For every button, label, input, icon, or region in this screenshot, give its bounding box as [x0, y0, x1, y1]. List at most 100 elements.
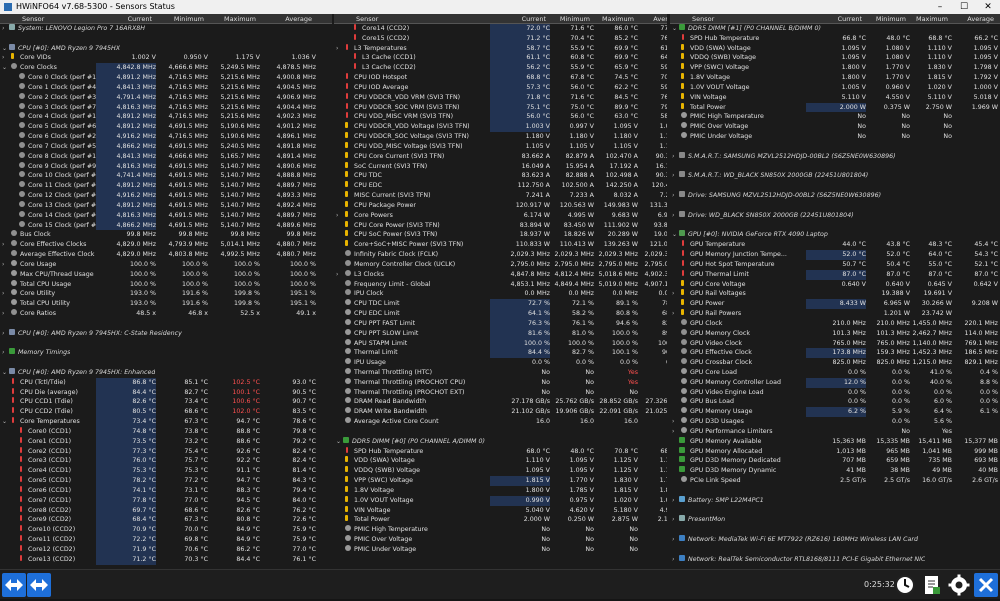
expand-arrow-icon[interactable]: › — [2, 329, 4, 339]
sensor-row[interactable]: GPU Video Clock 765.0 MHz 765.0 MHz 1,140.0… — [670, 338, 1000, 349]
sensor-row[interactable]: GPU Memory Clock 101.3 MHz 101.3 MHz 2,462.… — [670, 328, 1000, 339]
sensor-row[interactable]: APU STAPM Limit100.0 %100.0 %100.0 %100.… — [334, 338, 667, 349]
sensor-row[interactable]: Core 2 Clock (perf #3/4)4,791.4 MHz 4,716… — [0, 92, 332, 103]
sensor-row[interactable]: PMIC High Temperature No No No — [670, 112, 1000, 122]
sensor-row[interactable]: Core 10 Clock (perf #13/14)4,741.4 MHz 4,… — [0, 171, 332, 182]
sensor-column-2[interactable]: SensorCurrentMinimumMaximumAverageCore14… — [334, 14, 667, 569]
sensor-row[interactable]: GPU Crossbar Clock 825.0 MHz 825.0 MHz 1,21… — [670, 358, 1000, 368]
report-icon[interactable] — [920, 573, 944, 597]
close-button[interactable]: ✕ — [976, 0, 1000, 14]
sensor-row[interactable]: Frequency Limit - Global 4,853.1 MHz 4,849… — [334, 279, 667, 290]
sensor-group-header[interactable]: ⌄ DDR5 DIMM [#1] (P0 CHANNEL B/DIMM 0) — [670, 24, 1000, 34]
sensor-row[interactable]: GPU Memory Controller Load 12.0 % 0.0 % 40.… — [670, 377, 1000, 388]
expand-arrow-icon[interactable]: › — [2, 260, 4, 270]
sensor-row[interactable]: › Core Usage 100.0 % 100.0 % 100.0 % 100.0 % — [0, 259, 332, 270]
collapse-arrow-icon[interactable]: ⌄ — [336, 437, 341, 447]
sensor-row[interactable]: VIN Voltage 5.110 V 4.550 V 5.110 V 5.018 V — [670, 92, 1000, 103]
sensor-group-header[interactable]: › System: LENOVO Legion Pro 7 16ARX8H — [0, 24, 332, 34]
sensor-row[interactable]: Core+SoC+MISC Power (SVI3 TFN) 110.833 W1… — [334, 240, 667, 250]
sensor-row[interactable]: 1.8V Voltage 1.800 V 1.770 V 1.815 V 1.792 V — [670, 73, 1000, 83]
sensor-row[interactable]: Core 12 Clock (perf #14/...4,916.2 MHz 4,… — [0, 191, 332, 201]
sensor-row[interactable]: Infinity Fabric Clock (FCLK) 2,029.3 MHz 2… — [334, 250, 667, 260]
maximize-button[interactable]: ☐ — [952, 0, 976, 14]
sensor-row[interactable]: CPU PPT FAST Limit76.3 %76.1 %94.6 %82.9… — [334, 318, 667, 329]
sensor-row[interactable]: GPU D3D Memory Dynamic 41 MB 38 MB 49 MB 40 … — [670, 466, 1000, 476]
sensor-row[interactable]: Thermal Limit84.4 %82.7 %100.1 %90.5 % — [334, 348, 667, 359]
sensor-row[interactable]: Core 11 Clock (perf #8/9)4,891.2 MHz 4,69… — [0, 181, 332, 192]
sensor-row[interactable]: CPU Core Current (SVI3 TFN) 83.662 A 82.87… — [334, 151, 667, 162]
collapse-arrow-icon[interactable]: ⌄ — [2, 417, 7, 427]
sensor-row[interactable]: PMIC High Temperature No No No — [334, 525, 667, 535]
expand-arrow-icon[interactable]: › — [672, 515, 674, 525]
sensor-row[interactable]: GPU Temperature 44.0 °C 43.8 °C 48.3 °C 45.4… — [670, 240, 1000, 250]
sensor-row[interactable]: Core9 (CCD2) 68.4 °C 67.3 °C 80.8 °C 72.6 °C — [0, 515, 332, 526]
sensor-row[interactable]: SoC Current (SVI3 TFN) 16.049 A 15.954 A 17… — [334, 161, 667, 172]
sensor-row[interactable]: GPU D3D Memory Dedicated 707 MB 659 MB 735 … — [670, 456, 1000, 466]
sensor-row[interactable]: Core3 (CCD1) 76.0 °C 75.7 °C 92.2 °C 82.4 °C — [0, 456, 332, 467]
sensor-row[interactable]: CPU VDDCR_VDD Voltage (SVI3 TFN) 1.003 V0… — [334, 122, 667, 133]
sensor-row[interactable]: VDD (SWA) Voltage 1.095 V 1.080 V 1.110 V 1.… — [670, 43, 1000, 54]
sensor-row[interactable]: 1.8V Voltage1.800 V1.785 V1.815 V1.800 V — [334, 485, 667, 496]
sensor-row[interactable]: › GPU Performance Limiters No Yes — [670, 426, 1000, 437]
sensor-row[interactable]: Max CPU/Thread Usage 100.0 % 100.0 % 100.0 … — [0, 269, 332, 280]
sensor-row[interactable]: VDD (SWA) Voltage 1.110 V 1.095 V 1.125 V 1.… — [334, 456, 667, 466]
sensor-row[interactable]: Core 15 Clock (perf #10/...4,866.2 MHz 4,… — [0, 220, 332, 231]
sensor-row[interactable]: Core14 (CCD2)72.0 °C71.6 °C86.0 °C77.5 °… — [334, 24, 667, 34]
sensor-row[interactable]: Total Power 2.000 W 0.375 W 2.750 W 1.969 W — [670, 102, 1000, 113]
sensor-row[interactable]: CPU IOD Average57.3 °C56.0 °C62.2 °C59.0… — [334, 82, 667, 93]
settings-gear-icon[interactable] — [947, 573, 971, 597]
sensor-group-header[interactable]: › Network: RealTek Semiconductor RTL8168/… — [670, 554, 1000, 565]
sensor-row[interactable]: CPU TDC Limit72.7 %72.1 %89.1 %78.6 % — [334, 299, 667, 310]
sensor-row[interactable]: Core13 (CCD2) 71.2 °C 70.3 °C 84.4 °C 76.1 °… — [0, 554, 332, 565]
sensor-row[interactable]: Core10 (CCD2) 70.9 °C 70.0 °C 84.9 °C 75.9 °… — [0, 525, 332, 536]
sensor-row[interactable]: GPU Bus Load 0.0 % 0.0 % 6.0 % 0.0 % — [670, 397, 1000, 407]
expand-arrow-icon[interactable]: › — [672, 496, 674, 506]
sensor-row[interactable]: Average Active Core Count16.016.016.016.… — [334, 417, 667, 427]
collapse-arrow-icon[interactable]: ⌄ — [2, 63, 7, 73]
expand-arrow-icon[interactable]: › — [336, 211, 338, 221]
sensor-row[interactable]: Core4 (CCD1) 75.3 °C 75.3 °C 91.1 °C 81.4 °C — [0, 466, 332, 477]
sensor-row[interactable]: Core 13 Clock (perf #11/...4,891.2 MHz 4,… — [0, 200, 332, 211]
sensor-row[interactable]: ⌄ Core Clocks 4,842.8 MHz 4,666.6 MHz 5,249.… — [0, 63, 332, 74]
sensor-row[interactable]: DRAM Write Bandwidth 21.102 GB/s 19.906 GB… — [334, 407, 667, 417]
sensor-row[interactable]: SPD Hub Temperature 66.8 °C 48.0 °C 68.8 °C… — [670, 33, 1000, 44]
sensor-column-3[interactable]: Sensor Current Minimum Maximum Average ⌄ DDR5 … — [670, 14, 1000, 569]
sensor-group-header[interactable]: › S.M.A.R.T.: WD_BLACK SN850X 2000GB (224… — [670, 171, 1000, 181]
header-current[interactable]: Current — [96, 14, 152, 24]
expand-arrow-icon[interactable]: › — [672, 417, 674, 427]
sensor-group-header[interactable]: ⌄ DDR5 DIMM [#0] (P0 CHANNEL A/DIMM 0) — [334, 436, 667, 447]
sensor-row[interactable]: Core2 (CCD1) 77.3 °C 75.4 °C 92.6 °C 82.4 °C — [0, 446, 332, 457]
sensor-row[interactable]: Core15 (CCD2)71.2 °C70.4 °C85.2 °C76.4 °… — [334, 33, 667, 44]
expand-arrow-icon[interactable]: › — [336, 270, 338, 280]
sensor-row[interactable]: GPU Video Engine Load 0.0 % 0.0 % 0.0 % 0.0 … — [670, 387, 1000, 398]
sensor-row[interactable]: CPU CCD2 (Tdie) 80.5 °C 68.6 °C 102.0 °C 83.… — [0, 407, 332, 418]
sensor-row[interactable]: › GPU D3D Usages 0.0 % 5.6 % — [670, 417, 1000, 427]
sensor-row[interactable]: CPU IOD Hotspot68.8 °C67.8 °C74.5 °C70.6… — [334, 73, 667, 83]
sensor-row[interactable]: Average Effective Clock 4,829.0 MHz 4,803.… — [0, 250, 332, 260]
sensor-row[interactable]: › GPU Rail Voltages 19.388 V 19.691 V — [670, 289, 1000, 299]
expand-arrow-icon[interactable]: › — [672, 171, 674, 181]
sensor-row[interactable]: Total Power2.000 W0.250 W2.875 W2.170 W — [334, 515, 667, 525]
sensor-row[interactable]: GPU Power 8.433 W 6.965 W 30.266 W 9.208 W — [670, 299, 1000, 310]
sensor-column-1[interactable]: Sensor Current Minimum Maximum Average › Syste… — [0, 14, 332, 569]
sensor-row[interactable]: Thermal Throttling (PROCHOT CPU) No No Yes — [334, 377, 667, 388]
sensor-row[interactable]: GPU Clock 210.0 MHz 210.0 MHz 1,455.0 MHz 22… — [670, 318, 1000, 329]
sensor-row[interactable]: Bus Clock 99.8 MHz 99.8 MHz 99.8 MHz 99.8 MH… — [0, 230, 332, 240]
sensor-group-header[interactable]: ⌄ CPU [#0]: AMD Ryzen 9 7945HX: Enhanced — [0, 367, 332, 378]
sensor-row[interactable]: L3 Cache (CCD2)56.2 °C55.9 °C65.9 °C59.0… — [334, 63, 667, 74]
sensor-row[interactable]: Core1 (CCD1) 73.5 °C 73.2 °C 88.6 °C 79.2 °C — [0, 436, 332, 447]
sensor-group-header[interactable]: ⌄ CPU [#0]: AMD Ryzen 9 7945HX — [0, 43, 332, 54]
sensor-row[interactable]: VDDQ (SWB) Voltage 1.095 V 1.095 V 1.125 V1… — [334, 466, 667, 476]
sensor-row[interactable]: IPU Usage0.0 %0.0 %0.0 %0.0 % — [334, 358, 667, 368]
expand-arrow-icon[interactable]: › — [672, 211, 674, 221]
sensor-row[interactable]: PMIC Over Voltage No No No — [670, 122, 1000, 132]
expand-arrow-icon[interactable]: › — [2, 348, 4, 358]
sensor-row[interactable]: Core 1 Clock (perf #4/5)4,841.3 MHz 4,716… — [0, 82, 332, 93]
sensor-row[interactable]: CPU VDDCR_VDD VRM (SVI3 TFN) 71.8 °C 71.6 … — [334, 92, 667, 103]
sensor-row[interactable]: PMIC Under Voltage No No No — [670, 132, 1000, 142]
sensor-row[interactable]: Core 9 Clock (perf #9/10)4,816.3 MHz 4,69… — [0, 161, 332, 172]
sensor-row[interactable]: CPU Die (average) 84.4 °C 82.7 °C 100.1 °C 9… — [0, 387, 332, 398]
sensor-row[interactable]: VPP (SWC) Voltage 1.815 V 1.770 V 1.830 V 1.… — [334, 476, 667, 486]
sensor-row[interactable]: › Core Effective Clocks 4,829.0 MHz 4,793.9… — [0, 240, 332, 250]
sensor-row[interactable]: CPU EDC Limit64.1 %58.2 %80.8 %68.5 % — [334, 309, 667, 319]
